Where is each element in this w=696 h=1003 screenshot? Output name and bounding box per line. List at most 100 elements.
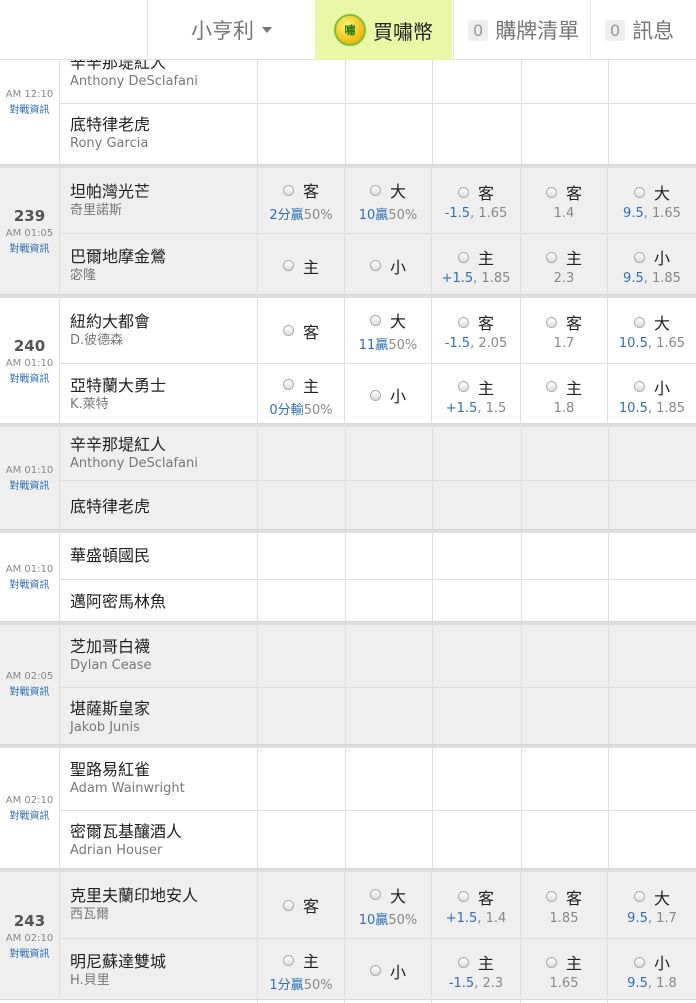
bet-side-label: 客 <box>302 182 319 201</box>
radio-button-icon[interactable] <box>545 186 557 198</box>
team-name: 巴爾地摩金鶯 <box>70 246 167 266</box>
game-row: AM 02:10 對戰資訊 聖路易紅雀 Adam Wainwright 密爾瓦基釀酒人 A… <box>0 745 696 872</box>
odds-value: , 1.65 <box>470 206 508 221</box>
bet-option[interactable]: 大 9.5, 1.65 <box>608 168 696 233</box>
team-name: 辛辛那堤紅人 <box>70 434 167 454</box>
radio-button-icon[interactable] <box>282 899 294 911</box>
radio-button-icon[interactable] <box>545 316 557 328</box>
radio-button-icon[interactable] <box>633 956 645 968</box>
bet-option[interactable]: 客 1.4 <box>521 168 608 233</box>
radio-button-icon[interactable] <box>633 251 645 263</box>
bet-option[interactable]: 小 <box>345 363 432 427</box>
bet-side-label: 客 <box>565 184 582 203</box>
bet-option[interactable]: 大 10.5, 1.65 <box>608 298 696 363</box>
bet-option[interactable]: 客 -1.5, 2.05 <box>432 298 521 363</box>
radio-button-icon[interactable] <box>633 891 645 902</box>
bet-option[interactable]: 客 2分贏50% <box>258 168 345 233</box>
radio-button-icon[interactable] <box>457 186 469 198</box>
game-time: AM 02:10 <box>5 932 54 944</box>
bet-option[interactable]: 主 -1.5, 2.3 <box>432 938 521 1003</box>
radio-button-icon[interactable] <box>545 891 557 902</box>
bet-option[interactable]: 大 9.5, 1.7 <box>608 872 696 938</box>
radio-button-icon[interactable] <box>633 186 645 198</box>
matchup-info-link[interactable]: 對戰資訊 <box>10 240 50 255</box>
bet-option[interactable]: 客 -1.5, 1.65 <box>432 168 521 233</box>
bet-option[interactable]: 小 10.5, 1.85 <box>608 363 696 427</box>
matchup-info-link[interactable]: 對戰資訊 <box>10 101 50 116</box>
radio-button-icon[interactable] <box>282 260 294 271</box>
bet-option[interactable]: 主 2.3 <box>521 233 608 298</box>
bet-option-label: 小 <box>369 254 406 278</box>
radio-button-icon[interactable] <box>457 891 469 902</box>
bet-option[interactable]: 客 1.85 <box>521 872 608 938</box>
radio-button-icon[interactable] <box>457 251 469 263</box>
radio-button-icon[interactable] <box>369 889 381 900</box>
odds-value: 1.4 <box>553 206 575 221</box>
matchup-info-link[interactable]: 對戰資訊 <box>10 576 50 591</box>
radio-button-icon[interactable] <box>282 379 294 390</box>
column-divider <box>432 625 433 744</box>
radio-button-icon[interactable] <box>369 184 381 196</box>
bet-odds: 1.4 <box>554 206 575 221</box>
radio-button-icon[interactable] <box>457 316 469 328</box>
odds-line: 0分輸 <box>269 402 304 418</box>
bet-option[interactable]: 小 9.5, 1.85 <box>608 233 696 298</box>
odds-line: -1.5 <box>444 206 471 221</box>
user-menu[interactable]: 小亨利 <box>148 0 315 60</box>
radio-button-icon[interactable] <box>369 389 381 401</box>
bet-side-label: 客 <box>565 888 582 908</box>
team-name: 底特律老虎 <box>70 115 151 134</box>
bet-option[interactable]: 客 <box>258 298 345 363</box>
radio-button-icon[interactable] <box>282 954 294 966</box>
bet-option[interactable]: 客 +1.5, 1.4 <box>432 872 521 938</box>
odds-line: 11贏 <box>358 338 389 353</box>
bet-option[interactable]: 主 1.8 <box>521 363 608 427</box>
home-team: 底特律老虎 <box>60 480 258 533</box>
radio-button-icon[interactable] <box>545 251 557 263</box>
matchup-info-link[interactable]: 對戰資訊 <box>10 370 50 385</box>
bet-option[interactable]: 小 <box>345 233 432 298</box>
bet-option[interactable]: 大 11贏50% <box>345 298 432 363</box>
column-divider <box>432 427 433 529</box>
radio-button-icon[interactable] <box>633 381 645 392</box>
matchup-info-link[interactable]: 對戰資訊 <box>10 683 50 698</box>
game-row: 243 AM 02:10 對戰資訊 克里夫蘭印地安人 西瓦爾 明尼蘇達雙城 H.貝里客主 1分… <box>0 869 696 1003</box>
bet-odds: 1.7 <box>554 336 575 351</box>
bet-option-label: 客 <box>457 885 494 909</box>
bet-option-label: 大 <box>369 883 406 907</box>
caret-down-icon <box>262 27 272 33</box>
bet-option[interactable]: 客 <box>258 872 345 938</box>
bet-option[interactable]: 主 0分輸50% <box>258 363 345 427</box>
bet-option[interactable]: 主 1.65 <box>521 938 608 1003</box>
bet-option[interactable]: 主 +1.5, 1.85 <box>432 233 521 298</box>
radio-button-icon[interactable] <box>369 965 381 976</box>
radio-button-icon[interactable] <box>369 260 381 271</box>
bet-odds: 9.5, 1.7 <box>627 911 677 926</box>
buy-coin-button[interactable]: 嘯 買嘯幣 <box>315 0 452 60</box>
bet-option[interactable]: 主 1分贏50% <box>258 938 345 1003</box>
bet-option[interactable]: 大 10贏50% <box>345 872 432 938</box>
radio-button-icon[interactable] <box>545 956 557 968</box>
radio-button-icon[interactable] <box>457 956 469 968</box>
bet-option[interactable]: 主 <box>258 233 345 298</box>
bet-option[interactable]: 小 <box>345 938 432 1003</box>
messages-button[interactable]: 0 訊息 <box>590 0 696 60</box>
odds-line: 9.5 <box>627 976 648 991</box>
away-team: 辛辛那堤紅人 Anthony DeSclafani <box>60 427 258 480</box>
radio-button-icon[interactable] <box>545 381 557 392</box>
radio-button-icon[interactable] <box>369 314 381 326</box>
matchup-info-link[interactable]: 對戰資訊 <box>10 807 50 822</box>
bet-option[interactable]: 客 1.7 <box>521 298 608 363</box>
bet-option[interactable]: 小 9.5, 1.8 <box>608 938 696 1003</box>
game-row: AM 02:05 對戰資訊 芝加哥白襪 Dylan Cease 堪薩斯皇家 Jakob J… <box>0 622 696 748</box>
bet-option[interactable]: 主 +1.5, 1.5 <box>432 363 521 427</box>
coin-icon: 嘯 <box>334 14 366 46</box>
matchup-info-link[interactable]: 對戰資訊 <box>10 945 50 960</box>
matchup-info-link[interactable]: 對戰資訊 <box>10 477 50 492</box>
radio-button-icon[interactable] <box>282 325 294 336</box>
cart-button[interactable]: 0 購牌清單 <box>453 0 590 60</box>
radio-button-icon[interactable] <box>633 316 645 328</box>
bet-option[interactable]: 大 10贏50% <box>345 168 432 233</box>
radio-button-icon[interactable] <box>457 381 469 392</box>
radio-button-icon[interactable] <box>282 184 294 196</box>
